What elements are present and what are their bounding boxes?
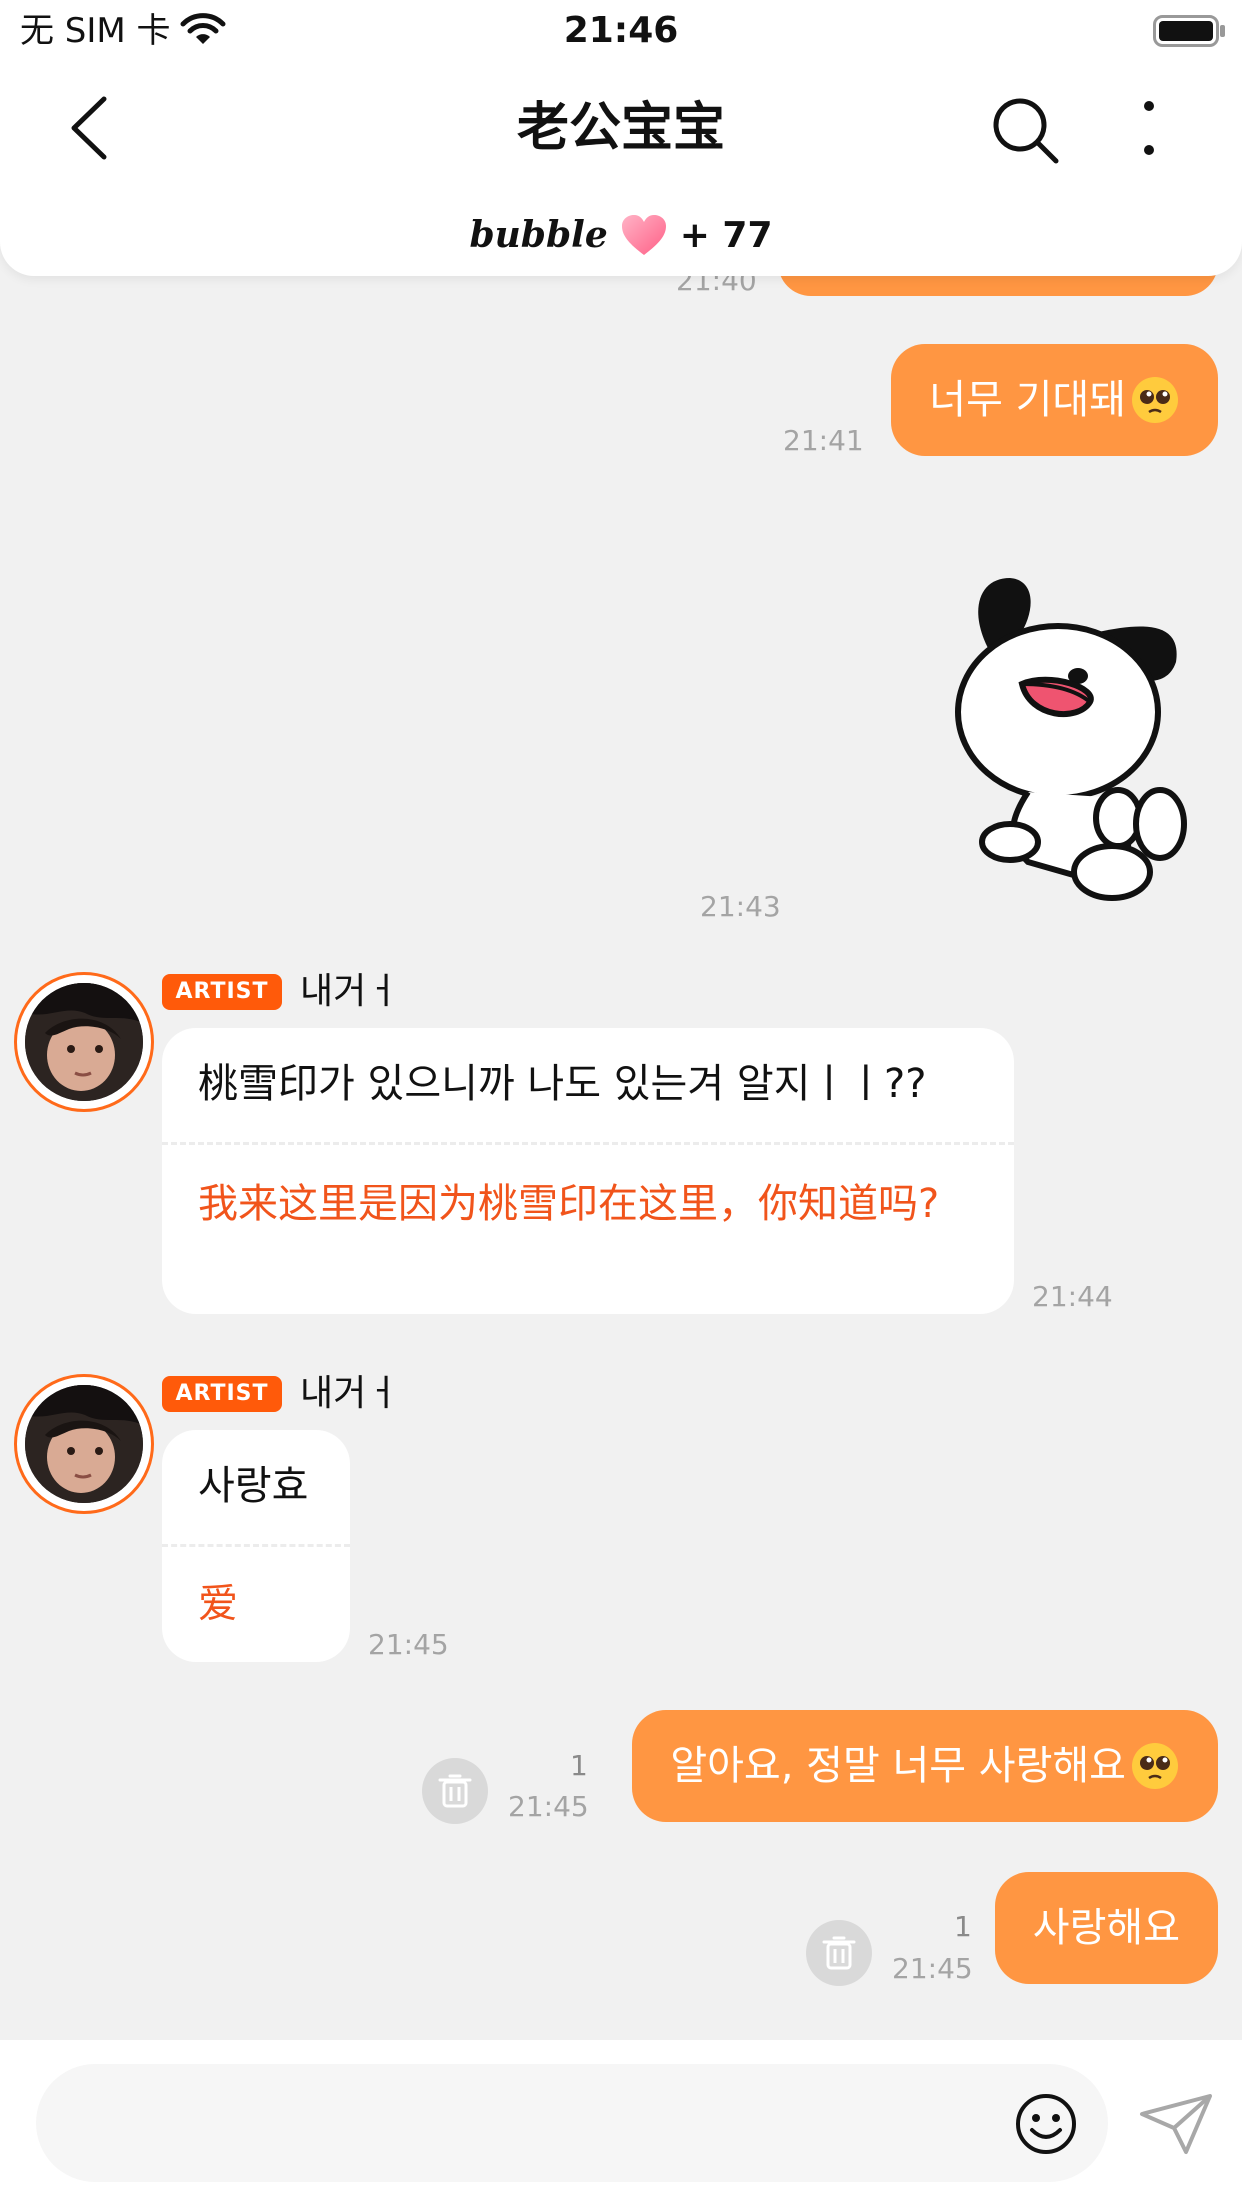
more-options-icon[interactable] <box>1138 98 1160 158</box>
message-time: 21:41 <box>783 424 864 457</box>
sender-name: 내거ㅓ <box>300 1373 400 1414</box>
message-time: 21:45 <box>368 1628 449 1661</box>
message-text: 알아요, 정말 너무 사랑해요 <box>670 1743 1126 1789</box>
bubble-logo: bubble <box>469 214 608 256</box>
dog-sticker[interactable] <box>948 572 1198 906</box>
sender-name: 내거ㅓ <box>300 971 400 1012</box>
message-text: 사랑효 <box>198 1463 309 1509</box>
search-icon[interactable] <box>990 95 1060 165</box>
status-bar: 无 SIM 卡 21:46 <box>0 0 1242 62</box>
message-text: 사랑해요 <box>1032 1905 1180 1951</box>
avatar[interactable] <box>14 1374 154 1514</box>
chat-bubble-out[interactable]: 너무 기대돼 <box>891 344 1218 456</box>
status-time: 21:46 <box>563 10 679 51</box>
chat-bubble-out[interactable]: 사랑해요 <box>994 1872 1218 1984</box>
message-input[interactable] <box>36 2064 1108 2182</box>
translation-text: 爱 <box>198 1581 238 1627</box>
delete-button[interactable] <box>422 1758 488 1824</box>
message-text: 桃雪印가 있으니까 나도 있는겨 알지ㅣㅣ?? <box>198 1061 927 1107</box>
translation-divider <box>162 1142 1014 1145</box>
delete-button[interactable] <box>806 1920 872 1986</box>
bubble-count: + 77 <box>679 214 773 256</box>
unread-count: 1 <box>570 1749 588 1782</box>
heart-icon <box>621 215 666 255</box>
message-time: 21:45 <box>508 1790 589 1823</box>
send-icon[interactable] <box>1138 2092 1214 2156</box>
message-time: 21:45 <box>892 1952 973 1985</box>
avatar-photo <box>25 983 143 1101</box>
avatar-photo <box>25 1385 143 1503</box>
chat-bubble-in[interactable]: 사랑효 爱 <box>162 1430 350 1662</box>
battery-icon <box>1153 15 1225 47</box>
trash-icon <box>438 1774 472 1808</box>
pleading-face-emoji <box>1132 1743 1178 1789</box>
trash-icon <box>822 1936 856 1970</box>
translation-text: 我来这里是因为桃雪印在这里，你知道吗? <box>198 1181 940 1227</box>
message-text: 너무 기대돼 <box>929 377 1126 423</box>
translation-divider <box>162 1544 350 1547</box>
pleading-face-emoji <box>1132 377 1178 423</box>
unread-count: 1 <box>954 1910 972 1943</box>
message-time: 21:43 <box>700 890 781 923</box>
chat-bubble-out[interactable]: 알아요, 정말 너무 사랑해요 <box>632 1710 1218 1822</box>
chat-bubble-in[interactable]: 桃雪印가 있으니까 나도 있는겨 알지ㅣㅣ?? 我来这里是因为桃雪印在这里，你知… <box>162 1028 1014 1314</box>
message-time: 21:44 <box>1032 1280 1113 1313</box>
artist-badge: ARTIST <box>162 974 282 1010</box>
avatar[interactable] <box>14 972 154 1112</box>
smiley-icon[interactable] <box>1014 2092 1078 2156</box>
bubble-points[interactable]: bubble + 77 <box>0 210 1242 260</box>
artist-badge: ARTIST <box>162 1376 282 1412</box>
